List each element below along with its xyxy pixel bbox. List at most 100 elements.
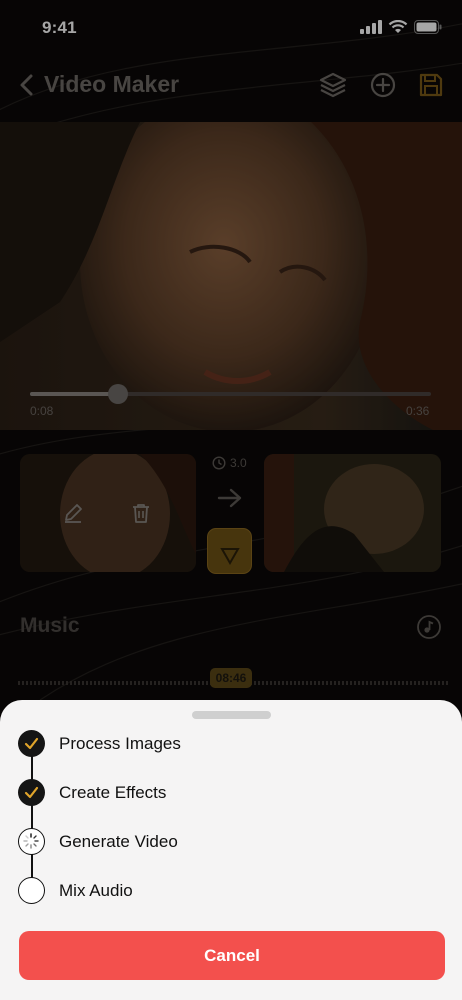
transition-effect-icon — [220, 548, 240, 566]
step-process-images: Process Images — [18, 730, 438, 758]
status-icons — [360, 20, 442, 34]
step-label: Create Effects — [59, 783, 167, 802]
status-bar: 9:41 — [0, 0, 462, 56]
waveform-bar — [146, 681, 148, 685]
waveform-bar — [186, 681, 188, 685]
waveform-bar — [310, 681, 312, 685]
video-scrubber[interactable] — [30, 384, 431, 404]
clip-thumbnail-1[interactable] — [20, 454, 196, 572]
waveform-bar — [62, 681, 64, 685]
total-time: 0:36 — [406, 404, 430, 418]
delete-trash-icon[interactable] — [130, 502, 152, 524]
waveform-bar — [422, 681, 424, 685]
step-mix-audio: Mix Audio — [18, 877, 438, 905]
waveform-bar — [198, 681, 200, 685]
transition-arrow-icon — [217, 488, 242, 508]
waveform-bar — [350, 681, 352, 685]
waveform-bar — [278, 681, 280, 685]
waveform-bar — [362, 681, 364, 685]
waveform-bar — [170, 681, 172, 685]
cancel-button[interactable]: Cancel — [19, 931, 445, 980]
waveform-bar — [282, 681, 284, 685]
waveform-bar — [102, 681, 104, 685]
waveform-bar — [178, 681, 180, 685]
waveform-bar — [42, 681, 44, 685]
waveform-bar — [410, 681, 412, 685]
step-label: Generate Video — [59, 832, 178, 851]
waveform-bar — [270, 681, 272, 685]
waveform-bar — [50, 681, 52, 685]
waveform-bar — [38, 681, 40, 685]
waveform-bar — [154, 681, 156, 685]
waveform-bar — [438, 681, 440, 685]
transition-effect-button[interactable] — [207, 528, 252, 574]
waveform-bar — [18, 681, 20, 685]
waveform-bar — [402, 681, 404, 685]
layers-icon[interactable] — [318, 70, 348, 100]
preview-photo — [0, 122, 462, 430]
waveform-bar — [110, 681, 112, 685]
waveform-bar — [370, 681, 372, 685]
waveform-bar — [442, 681, 444, 685]
sheet-grabber[interactable] — [192, 711, 271, 719]
waveform-bar — [206, 681, 208, 685]
waveform-bar — [254, 681, 256, 685]
waveform-bar — [166, 681, 168, 685]
waveform-bar — [290, 681, 292, 685]
add-music-icon[interactable] — [416, 614, 442, 640]
waveform-bar — [98, 681, 100, 685]
waveform-bar — [162, 681, 164, 685]
current-time: 0:08 — [30, 404, 54, 418]
waveform-bar — [66, 681, 68, 685]
waveform-bar — [130, 681, 132, 685]
waveform-bar — [314, 681, 316, 685]
waveform-bar — [74, 681, 76, 685]
waveform-bar — [22, 681, 24, 685]
loading-spinner-icon — [23, 833, 39, 849]
transition-duration: 3.0 — [212, 456, 247, 470]
waveform-bar — [94, 681, 96, 685]
clock-icon — [212, 456, 226, 470]
step-label: Process Images — [59, 734, 181, 753]
waveform-bar — [334, 681, 336, 685]
waveform-bar — [150, 681, 152, 685]
checkmark-icon — [24, 786, 39, 799]
checkmark-icon — [24, 737, 39, 750]
waveform-bar — [158, 681, 160, 685]
waveform-bar — [54, 681, 56, 685]
music-section-title: Music — [20, 614, 80, 637]
step-pending-indicator — [18, 877, 45, 904]
waveform-bar — [142, 681, 144, 685]
transition-duration-value: 3.0 — [230, 456, 247, 470]
waveform-bar — [446, 681, 448, 685]
battery-icon — [414, 20, 442, 34]
add-circle-icon[interactable] — [368, 70, 398, 100]
waveform-bar — [34, 681, 36, 685]
waveform-bar — [302, 681, 304, 685]
waveform-bar — [394, 681, 396, 685]
waveform-bar — [194, 681, 196, 685]
status-time: 9:41 — [42, 18, 77, 37]
waveform-bar — [274, 681, 276, 685]
waveform-bar — [358, 681, 360, 685]
waveform-bar — [418, 681, 420, 685]
waveform-bar — [190, 681, 192, 685]
waveform-bar — [266, 681, 268, 685]
waveform-bar — [58, 681, 60, 685]
waveform-bar — [354, 681, 356, 685]
waveform-bar — [298, 681, 300, 685]
clip-thumbnail-2[interactable] — [264, 454, 441, 572]
video-preview[interactable]: 0:08 0:36 — [0, 122, 462, 430]
waveform-bar — [294, 681, 296, 685]
waveform-bar — [134, 681, 136, 685]
waveform-bar — [398, 681, 400, 685]
waveform-bar — [318, 681, 320, 685]
edit-pencil-icon[interactable] — [62, 502, 84, 524]
waveform-bar — [338, 681, 340, 685]
waveform-bar — [182, 681, 184, 685]
waveform-bar — [322, 681, 324, 685]
waveform-bar — [118, 681, 120, 685]
back-chevron-icon[interactable] — [14, 72, 40, 98]
waveform-bar — [430, 681, 432, 685]
save-floppy-icon[interactable] — [416, 70, 446, 100]
